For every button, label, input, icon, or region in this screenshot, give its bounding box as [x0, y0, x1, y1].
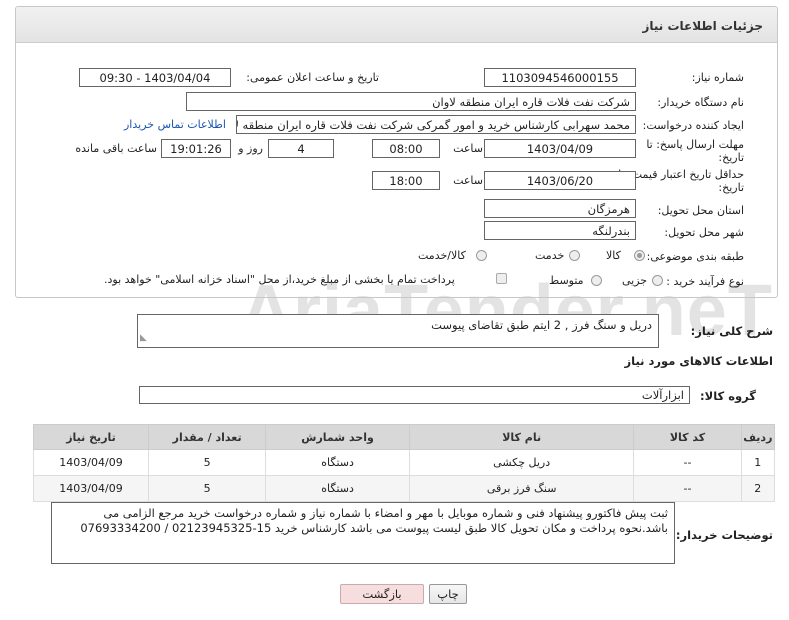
- cell-code: --: [633, 449, 742, 476]
- goods-group-label: گروه کالا:: [700, 389, 756, 403]
- deadline-time-label: ساعت: [453, 142, 483, 155]
- validity-date-field[interactable]: 1403/06/20: [484, 171, 636, 190]
- cell-date: 1403/04/09: [32, 475, 150, 502]
- col-name-header: نام کالا: [408, 424, 635, 450]
- deadline-label-date: تاریخ:: [718, 151, 744, 164]
- process-radio-medium[interactable]: [591, 275, 602, 286]
- need-number-field[interactable]: 1103094546000155: [484, 68, 636, 87]
- city-field[interactable]: بندرلنگه: [484, 221, 636, 240]
- col-date-header: تاریخ نیاز: [32, 424, 150, 450]
- process-label: نوع فرآیند خرید :: [666, 275, 744, 288]
- remaining-time-field[interactable]: 19:01:26: [161, 139, 231, 158]
- panel-title: جزئیات اطلاعات نیاز: [16, 7, 777, 43]
- summary-field[interactable]: دریل و سنگ فرز , 2 ایتم طبق تقاضای پیوست…: [137, 314, 659, 348]
- requester-label: ایجاد کننده درخواست:: [642, 119, 744, 132]
- category-option-goods: کالا: [606, 249, 621, 262]
- col-code-header: کد کالا: [633, 424, 742, 450]
- process-option-medium: متوسط: [549, 274, 584, 287]
- cell-row: 2: [740, 475, 776, 502]
- summary-label: شرح کلی نیاز:: [690, 324, 773, 338]
- validity-time-label: ساعت: [453, 174, 483, 187]
- treasury-payment-note: پرداخت تمام یا بخشی از مبلغ خرید،از محل …: [104, 273, 455, 286]
- col-unit-header: واحد شمارش: [265, 424, 410, 450]
- cell-name: دریل چکشی: [408, 449, 635, 476]
- cell-unit: دستگاه: [265, 449, 410, 476]
- deadline-date-field[interactable]: 1403/04/09: [484, 139, 636, 158]
- need-number-label: شماره نیاز:: [691, 71, 744, 84]
- category-radio-goods[interactable]: [634, 250, 645, 261]
- requester-field[interactable]: محمد سهرابی کارشناس خرید و امور گمرکی شر…: [236, 115, 636, 134]
- process-option-minor: جزیی: [622, 274, 648, 287]
- goods-table: ردیف کد کالا نام کالا واحد شمارش تعداد /…: [32, 424, 776, 502]
- cell-row: 1: [740, 449, 776, 476]
- cell-qty: 5: [148, 475, 267, 502]
- treasury-payment-checkbox[interactable]: [496, 273, 507, 284]
- validity-label: حداقل تاریخ اعتبار قیمت: تا: [618, 168, 744, 181]
- cell-name: سنگ فرز برقی: [408, 475, 635, 502]
- buyer-notes-text: ثبت پیش فاکتورو پیشنهاد فنی و شماره موبا…: [80, 506, 668, 535]
- days-field[interactable]: 4: [268, 139, 334, 158]
- cell-qty: 5: [148, 449, 267, 476]
- col-row-header: ردیف: [740, 424, 776, 450]
- table-row: 1 -- دریل چکشی دستگاه 5 1403/04/09: [32, 449, 776, 476]
- days-label: روز و: [238, 142, 263, 155]
- resize-grip-icon[interactable]: ◢: [140, 331, 147, 346]
- remaining-label: ساعت باقی مانده: [75, 142, 157, 155]
- province-field[interactable]: هرمزگان: [484, 199, 636, 218]
- print-button[interactable]: چاپ: [429, 584, 467, 604]
- goods-section-title: اطلاعات کالاهای مورد نیاز: [624, 354, 773, 368]
- buyer-contact-link[interactable]: اطلاعات تماس خریدار: [124, 118, 226, 131]
- province-label: استان محل تحویل:: [657, 204, 744, 217]
- category-option-goods-service: کالا/خدمت: [418, 249, 466, 262]
- validity-label-date: تاریخ:: [718, 181, 744, 194]
- col-qty-header: تعداد / مقدار: [148, 424, 267, 450]
- deadline-label: مهلت ارسال پاسخ: تا: [646, 138, 744, 151]
- table-header-row: ردیف کد کالا نام کالا واحد شمارش تعداد /…: [32, 424, 776, 450]
- buyer-notes-field[interactable]: ثبت پیش فاکتورو پیشنهاد فنی و شماره موبا…: [51, 502, 675, 564]
- category-option-service: خدمت: [535, 249, 565, 262]
- announce-field[interactable]: 1403/04/04 - 09:30: [79, 68, 231, 87]
- buyer-org-field[interactable]: شرکت نفت فلات قاره ایران منطقه لاوان: [186, 92, 636, 111]
- table-row: 2 -- سنگ فرز برقی دستگاه 5 1403/04/09: [32, 475, 776, 502]
- process-radio-minor[interactable]: [652, 275, 663, 286]
- category-radio-service[interactable]: [569, 250, 580, 261]
- back-button[interactable]: بازگشت: [340, 584, 424, 604]
- summary-text: دریل و سنگ فرز , 2 ایتم طبق تقاضای پیوست: [431, 318, 652, 332]
- cell-date: 1403/04/09: [32, 449, 150, 476]
- cell-unit: دستگاه: [265, 475, 410, 502]
- buyer-org-label: نام دستگاه خریدار:: [657, 96, 744, 109]
- buyer-notes-label: توضیحات خریدار:: [675, 528, 773, 542]
- city-label: شهر محل تحویل:: [664, 226, 744, 239]
- category-label: طبقه بندی موضوعی:: [646, 250, 744, 263]
- deadline-time-field[interactable]: 08:00: [372, 139, 440, 158]
- goods-group-field[interactable]: ابزارآلات: [139, 386, 690, 404]
- validity-time-field[interactable]: 18:00: [372, 171, 440, 190]
- announce-label: تاریخ و ساعت اعلان عمومی:: [246, 71, 379, 84]
- cell-code: --: [633, 475, 742, 502]
- category-radio-goods-service[interactable]: [476, 250, 487, 261]
